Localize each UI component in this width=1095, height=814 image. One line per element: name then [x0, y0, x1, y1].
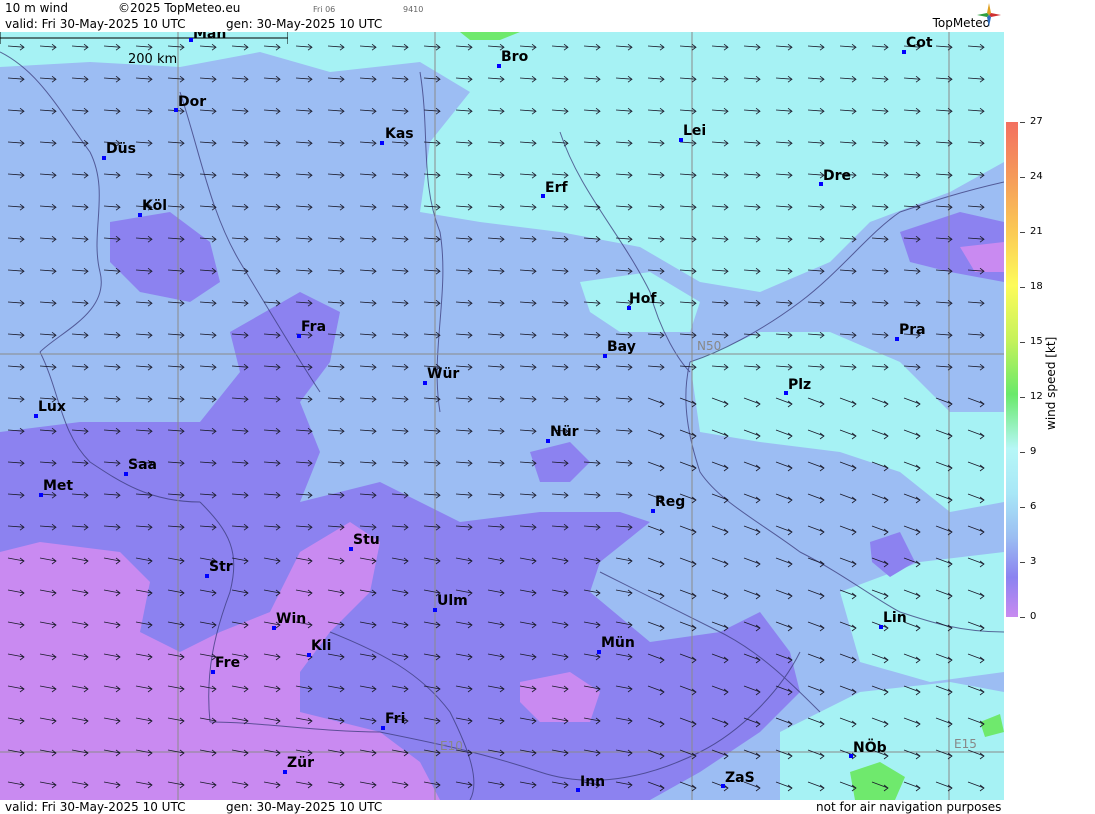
legend-tick: [1020, 452, 1025, 453]
legend-tick-label: 9: [1030, 446, 1037, 457]
legend-tick: [1020, 507, 1025, 508]
copyright: ©2025 TopMeteo.eu: [118, 1, 241, 15]
product-title: 10 m wind: [5, 1, 68, 15]
city-label[interactable]: Bro: [501, 49, 528, 65]
city-label[interactable]: Stu: [353, 532, 380, 548]
city-label[interactable]: Man: [193, 32, 226, 42]
city-label[interactable]: Lin: [883, 610, 907, 626]
city-label[interactable]: Köl: [142, 198, 167, 214]
city-label[interactable]: Wür: [427, 366, 459, 382]
city-label[interactable]: Cot: [906, 35, 933, 51]
wind-speed-legend: 27 24 21 18 15 12 9 6 3 0 wind speed [kt]: [1004, 0, 1095, 814]
city-label[interactable]: Plz: [788, 377, 811, 393]
legend-tick: [1020, 397, 1025, 398]
legend-tick: [1020, 177, 1025, 178]
legend-tick-label: 27: [1030, 116, 1043, 127]
city-label[interactable]: Hof: [629, 291, 656, 307]
valid-time: valid: Fri 30-May-2025 10 UTC: [5, 17, 186, 31]
wind-map[interactable]: 200 km N50 E10 E15 Man Bro Cot Dor Kas L…: [0, 32, 1004, 800]
city-label[interactable]: Kli: [311, 638, 331, 654]
city-label[interactable]: Kas: [385, 126, 414, 142]
legend-tick: [1020, 232, 1025, 233]
legend-tick-label: 24: [1030, 171, 1043, 182]
city-label[interactable]: Met: [43, 478, 73, 494]
city-label[interactable]: Dre: [823, 168, 851, 184]
legend-tick-label: 0: [1030, 611, 1037, 622]
footer-valid-time: valid: Fri 30-May-2025 10 UTC: [5, 800, 186, 814]
city-label[interactable]: Saa: [128, 457, 157, 473]
city-label[interactable]: Bay: [607, 339, 636, 355]
compass-star-icon: [977, 3, 1001, 27]
map-footer: valid: Fri 30-May-2025 10 UTC gen: 30-Ma…: [0, 800, 1004, 814]
scale-bar-label: 200 km: [128, 52, 178, 67]
legend-tick-label: 6: [1030, 501, 1037, 512]
scale-bar: [0, 32, 288, 44]
city-label[interactable]: Str: [209, 559, 233, 575]
legend-tick-label: 12: [1030, 391, 1043, 402]
grid-label-e15: E15: [954, 737, 977, 751]
city-label[interactable]: NÖb: [853, 740, 887, 756]
legend-tick: [1020, 342, 1025, 343]
city-label[interactable]: Nür: [550, 424, 579, 440]
legend-color-bar: [1006, 122, 1018, 617]
grid-label-e10: E10: [440, 739, 463, 753]
small-day-label: Fri 06: [313, 5, 336, 14]
legend-tick-label: 3: [1030, 556, 1037, 567]
wind-field-svg: [0, 32, 1004, 800]
legend-tick: [1020, 122, 1025, 123]
city-label[interactable]: Lux: [38, 399, 66, 415]
city-label[interactable]: Düs: [106, 141, 136, 157]
legend-tick-label: 21: [1030, 226, 1043, 237]
legend-tick-label: 18: [1030, 281, 1043, 292]
city-label[interactable]: ZaS: [725, 770, 755, 786]
city-label[interactable]: Inn: [580, 774, 605, 790]
city-label[interactable]: Erf: [545, 180, 568, 196]
generated-time: gen: 30-May-2025 10 UTC: [226, 17, 383, 31]
city-label[interactable]: Win: [276, 611, 306, 627]
city-label[interactable]: Zür: [287, 755, 314, 771]
grid-label-n50: N50: [697, 339, 722, 353]
city-label[interactable]: Dor: [178, 94, 206, 110]
footer-generated-time: gen: 30-May-2025 10 UTC: [226, 800, 383, 814]
small-code-label: 9410: [403, 5, 424, 14]
city-label[interactable]: Lei: [683, 123, 706, 139]
city-label[interactable]: Pra: [899, 322, 926, 338]
map-header: 10 m wind ©2025 TopMeteo.eu Fri 06 9410 …: [0, 0, 1004, 32]
city-label[interactable]: Mün: [601, 635, 635, 651]
city-label[interactable]: Fre: [215, 655, 240, 671]
city-label[interactable]: Fri: [385, 711, 405, 727]
city-label[interactable]: Fra: [301, 319, 326, 335]
legend-unit-label: wind speed [kt]: [1044, 336, 1058, 430]
legend-tick-label: 15: [1030, 336, 1043, 347]
city-label[interactable]: Ulm: [437, 593, 468, 609]
city-dot: [380, 141, 384, 145]
legend-tick: [1020, 287, 1025, 288]
disclaimer: not for air navigation purposes: [816, 800, 1002, 814]
legend-tick: [1020, 617, 1025, 618]
city-label[interactable]: Reg: [655, 494, 685, 510]
legend-tick: [1020, 562, 1025, 563]
